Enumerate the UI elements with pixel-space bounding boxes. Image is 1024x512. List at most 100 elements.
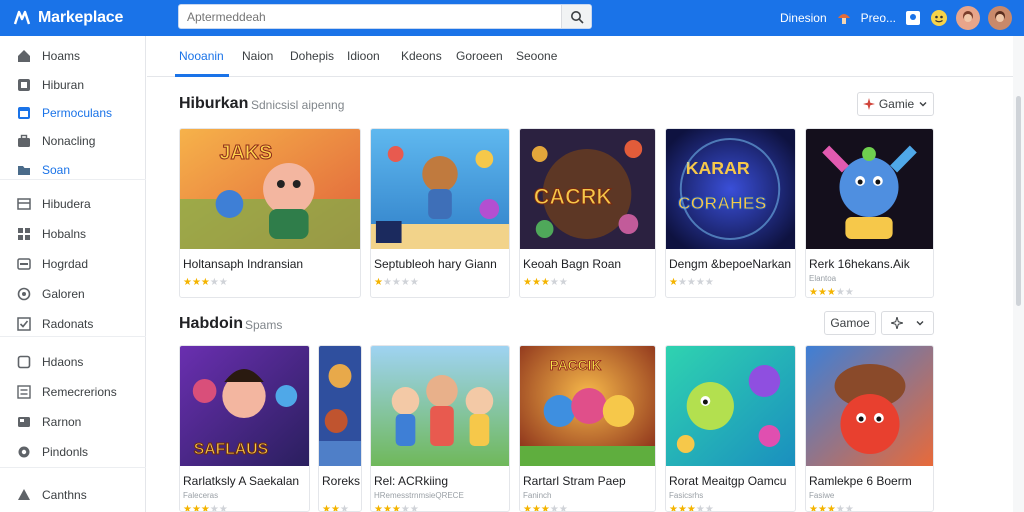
tab-2[interactable]: Naion	[242, 49, 273, 63]
avatar-primary[interactable]	[956, 6, 980, 30]
sidebar-item-8[interactable]: Hogrdad	[0, 252, 146, 276]
sidebar-item-11[interactable]: Hdaons	[0, 350, 146, 374]
game-thumbnail	[806, 346, 933, 466]
svg-text:SAFLAUS: SAFLAUS	[194, 441, 268, 458]
sidebar-item-label: Remecrerions	[42, 385, 117, 399]
tab-1[interactable]: Nooanin	[179, 49, 224, 63]
svg-text:CACRK: CACRK	[534, 184, 612, 209]
game-card[interactable]: SAFLAUS Rarlatksly A Saekalan Faleceras …	[179, 345, 310, 512]
game-card[interactable]: JAKS Holtansaph Indransian ★★★★★	[179, 128, 361, 298]
sidebar-item-label: Hiburan	[42, 78, 85, 92]
game-thumbnail	[319, 346, 361, 466]
game-thumbnail: KARAR CORAHES	[666, 129, 795, 249]
sidebar-item-10[interactable]: Radonats	[0, 312, 146, 336]
sidebar-item-6[interactable]: Hibudera	[0, 192, 146, 216]
tab-7[interactable]: Seoone	[516, 49, 557, 63]
star-rating: ★★★★★	[669, 277, 714, 288]
game-subtitle: Faleceras	[183, 491, 219, 500]
game-title: Keoah Bagn Roan	[523, 257, 622, 271]
sidebar-divider	[0, 179, 146, 180]
search-icon	[570, 10, 584, 24]
game-subtitle: Fasicsrhs	[669, 491, 704, 500]
brand-name: Markeplace	[38, 9, 124, 26]
sidebar-item-14[interactable]: Pindonls	[0, 440, 146, 464]
game-thumbnail	[666, 346, 795, 466]
home-icon	[17, 49, 31, 63]
sidebar-item-label: Rarnon	[42, 415, 82, 429]
flag-icon	[17, 488, 31, 502]
game-title: Rartarl Stram Paep	[523, 474, 626, 488]
sort-dropdown[interactable]	[881, 311, 934, 335]
game-card[interactable]: CACRK Keoah Bagn Roan ★★★★★	[519, 128, 656, 298]
chevron-down-icon	[919, 102, 927, 107]
search-box	[178, 4, 592, 29]
location-icon	[17, 445, 31, 459]
sidebar-item-13[interactable]: Rarnon	[0, 410, 146, 434]
sidebar-item-7[interactable]: Hobalns	[0, 222, 146, 246]
game-card[interactable]: PACCIK Rartarl Stram Paep Faninch ★★★★★	[519, 345, 656, 512]
svg-text:CORAHES: CORAHES	[678, 193, 767, 213]
layout-icon	[17, 197, 31, 211]
star-rating: ★★★★★	[523, 504, 568, 512]
sidebar-item-label: Pindonls	[42, 445, 89, 459]
sidebar-item-12[interactable]: Remecrerions	[0, 380, 146, 404]
star-rating: ★★★★★	[523, 277, 568, 288]
settings-face-icon[interactable]	[930, 9, 948, 27]
game-thumbnail	[371, 129, 509, 249]
image-icon[interactable]	[904, 9, 922, 27]
game-title: Rorat Meaitgp Oamcu	[669, 474, 787, 488]
sidebar-item-2[interactable]: Hiburan	[0, 73, 146, 97]
game-card[interactable]: Septubleoh hary Giann ★★★★★	[370, 128, 510, 298]
game-card[interactable]: Rel: ACRkiing HRemesstrnmsieQRECE ★★★★★	[370, 345, 510, 512]
game-title: Rarlatksly A Saekalan	[183, 474, 300, 488]
game-card[interactable]: Roreks ★★★	[318, 345, 362, 512]
game-subtitle: Elantoa	[809, 274, 837, 283]
top-link-2[interactable]: Preo...	[861, 11, 896, 25]
game-thumbnail	[371, 346, 509, 466]
sidebar-item-1[interactable]: Hoams	[0, 44, 146, 68]
category-button[interactable]: Gamoe	[824, 311, 876, 335]
game-card[interactable]: KARAR CORAHES Dengm &bepoeNarkan ★★★★★	[665, 128, 796, 298]
star-rating: ★★★★★	[374, 504, 419, 512]
section-subtitle: Spams	[245, 318, 283, 332]
sidebar-item-9[interactable]: Galoren	[0, 282, 146, 306]
search-input[interactable]	[179, 5, 561, 28]
star-rating: ★★★★★	[374, 277, 419, 288]
mushroom-icon[interactable]	[835, 9, 853, 27]
filter-dropdown-label: Gamie	[878, 97, 915, 111]
game-subtitle: HRemesstrnmsieQRECE	[374, 491, 464, 500]
scrollbar-thumb[interactable]	[1016, 96, 1021, 306]
game-card[interactable]: Rerk 16hekans.Aik Elantoa ★★★★★	[805, 128, 934, 298]
filter-dropdown[interactable]: Gamie	[857, 92, 934, 116]
sidebar-item-label: Hobalns	[42, 227, 87, 241]
sidebar-item-label: Soan	[42, 163, 71, 177]
game-thumbnail: CACRK	[520, 129, 655, 249]
scrollbar[interactable]	[1013, 36, 1024, 512]
brand[interactable]: Markeplace	[12, 8, 172, 28]
sparkle-icon	[890, 317, 903, 329]
tab-6[interactable]: Goroeen	[456, 49, 503, 63]
sidebar-item-label: Hdaons	[42, 355, 84, 369]
top-link-1[interactable]: Dinesion	[780, 11, 827, 25]
star-rating: ★★★★★	[809, 287, 854, 298]
chevron-down-icon	[916, 321, 923, 326]
game-card[interactable]: Ramlekpe 6 Boerm Fasiwe ★★★★★	[805, 345, 934, 512]
sidebar-item-3[interactable]: Permoculans	[0, 101, 146, 125]
sidebar: Hoams Hiburan Permoculans Nonacling Soan…	[0, 36, 146, 512]
circle-icon	[17, 287, 31, 301]
tab-3[interactable]: Dohepis	[290, 49, 334, 63]
tab-5[interactable]: Kdeons	[401, 49, 442, 63]
main-content: Nooanin Naion Dohepis Idioon Kdeons Goro…	[147, 36, 1013, 512]
svg-text:KARAR: KARAR	[686, 158, 750, 178]
sidebar-item-15[interactable]: Canthns	[0, 483, 146, 507]
sidebar-item-4[interactable]: Nonacling	[0, 129, 146, 153]
game-card[interactable]: Rorat Meaitgp Oamcu Fasicsrhs ★★★★★	[665, 345, 796, 512]
sidebar-item-label: Hoams	[42, 49, 81, 63]
search-button[interactable]	[561, 5, 591, 28]
game-title: Holtansaph Indransian	[183, 257, 304, 271]
sidebar-item-label: Nonacling	[42, 134, 96, 148]
sidebar-item-label: Permoculans	[42, 106, 113, 120]
top-bar: Markeplace Dinesion Preo...	[0, 0, 1024, 36]
avatar-secondary[interactable]	[988, 6, 1012, 30]
tab-4[interactable]: Idioon	[347, 49, 380, 63]
